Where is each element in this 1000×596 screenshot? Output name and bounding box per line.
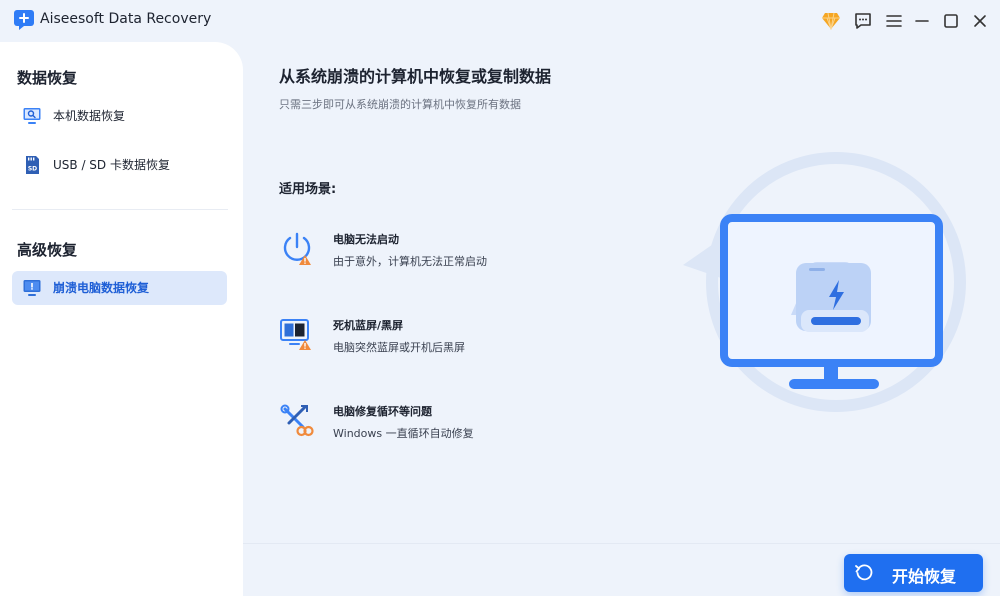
sidebar-item-crashed-pc-recovery[interactable]: 崩溃电脑数据恢复 — [12, 271, 227, 305]
sd-card-icon: SD — [26, 156, 39, 174]
page-title: 从系统崩溃的计算机中恢复或复制数据 — [279, 67, 552, 86]
scenario-item: 电脑无法启动 由于意外，计算机无法正常启动 — [279, 231, 659, 281]
maximize-button[interactable] — [940, 10, 962, 32]
restore-icon — [855, 564, 873, 581]
scenario-description: 由于意外，计算机无法正常启动 — [333, 255, 487, 268]
hamburger-menu-icon — [886, 15, 902, 27]
sidebar-item-usb-sd-recovery[interactable]: SD USB / SD 卡数据恢复 — [12, 148, 227, 182]
scenario-title: 电脑无法启动 — [333, 233, 399, 246]
footer-divider — [243, 543, 1000, 544]
diamond-icon — [822, 12, 840, 30]
svg-text:SD: SD — [28, 166, 37, 173]
title-bar: Aiseesoft Data Recovery — [0, 0, 1000, 42]
pc-search-icon — [23, 108, 41, 124]
section-title-data-recovery: 数据恢复 — [17, 69, 78, 87]
sidebar-divider — [12, 209, 228, 210]
crashed-pc-icon — [23, 280, 41, 296]
minimize-icon — [915, 20, 929, 22]
start-recovery-button[interactable]: 开始恢复 — [844, 554, 983, 592]
sidebar-item-label: 本机数据恢复 — [53, 109, 126, 123]
app-logo-icon — [14, 10, 34, 30]
scenarios-heading: 适用场景: — [279, 182, 337, 197]
sidebar-item-local-recovery[interactable]: 本机数据恢复 — [12, 99, 227, 133]
scenario-item: 死机蓝屏/黑屏 电脑突然蓝屏或开机后黑屏 — [279, 317, 659, 367]
menu-button[interactable] — [883, 10, 905, 32]
close-button[interactable] — [969, 10, 991, 32]
sidebar: 数据恢复 本机数据恢复 SD USB / SD 卡数据恢复 高级恢复 崩溃电脑数… — [0, 42, 243, 596]
minimize-button[interactable] — [911, 10, 933, 32]
scenario-description: 电脑突然蓝屏或开机后黑屏 — [333, 341, 465, 354]
app-title: Aiseesoft Data Recovery — [40, 11, 212, 27]
main-panel: 从系统崩溃的计算机中恢复或复制数据 只需三步即可从系统崩溃的计算机中恢复所有数据… — [243, 42, 1000, 596]
start-recovery-label: 开始恢复 — [892, 567, 957, 586]
scenario-description: Windows 一直循环自动修复 — [333, 427, 474, 440]
page-subtitle: 只需三步即可从系统崩溃的计算机中恢复所有数据 — [279, 98, 521, 111]
sidebar-item-label: 崩溃电脑数据恢复 — [53, 281, 150, 295]
sidebar-item-label: USB / SD 卡数据恢复 — [53, 158, 170, 172]
scenario-item: 电脑修复循环等问题 Windows 一直循环自动修复 — [279, 403, 659, 453]
feedback-button[interactable] — [852, 10, 874, 32]
chat-icon — [855, 13, 871, 29]
crashed-computer-illustration — [683, 152, 966, 412]
blue-screen-icon — [280, 319, 311, 350]
close-icon — [974, 15, 986, 27]
repair-loop-icon — [280, 404, 314, 437]
section-title-advanced-recovery: 高级恢复 — [17, 241, 78, 259]
scenario-title: 电脑修复循环等问题 — [333, 405, 432, 418]
premium-diamond-button[interactable] — [820, 10, 842, 32]
maximize-icon — [944, 14, 958, 28]
scenario-title: 死机蓝屏/黑屏 — [333, 319, 404, 332]
power-warning-icon — [283, 232, 311, 265]
